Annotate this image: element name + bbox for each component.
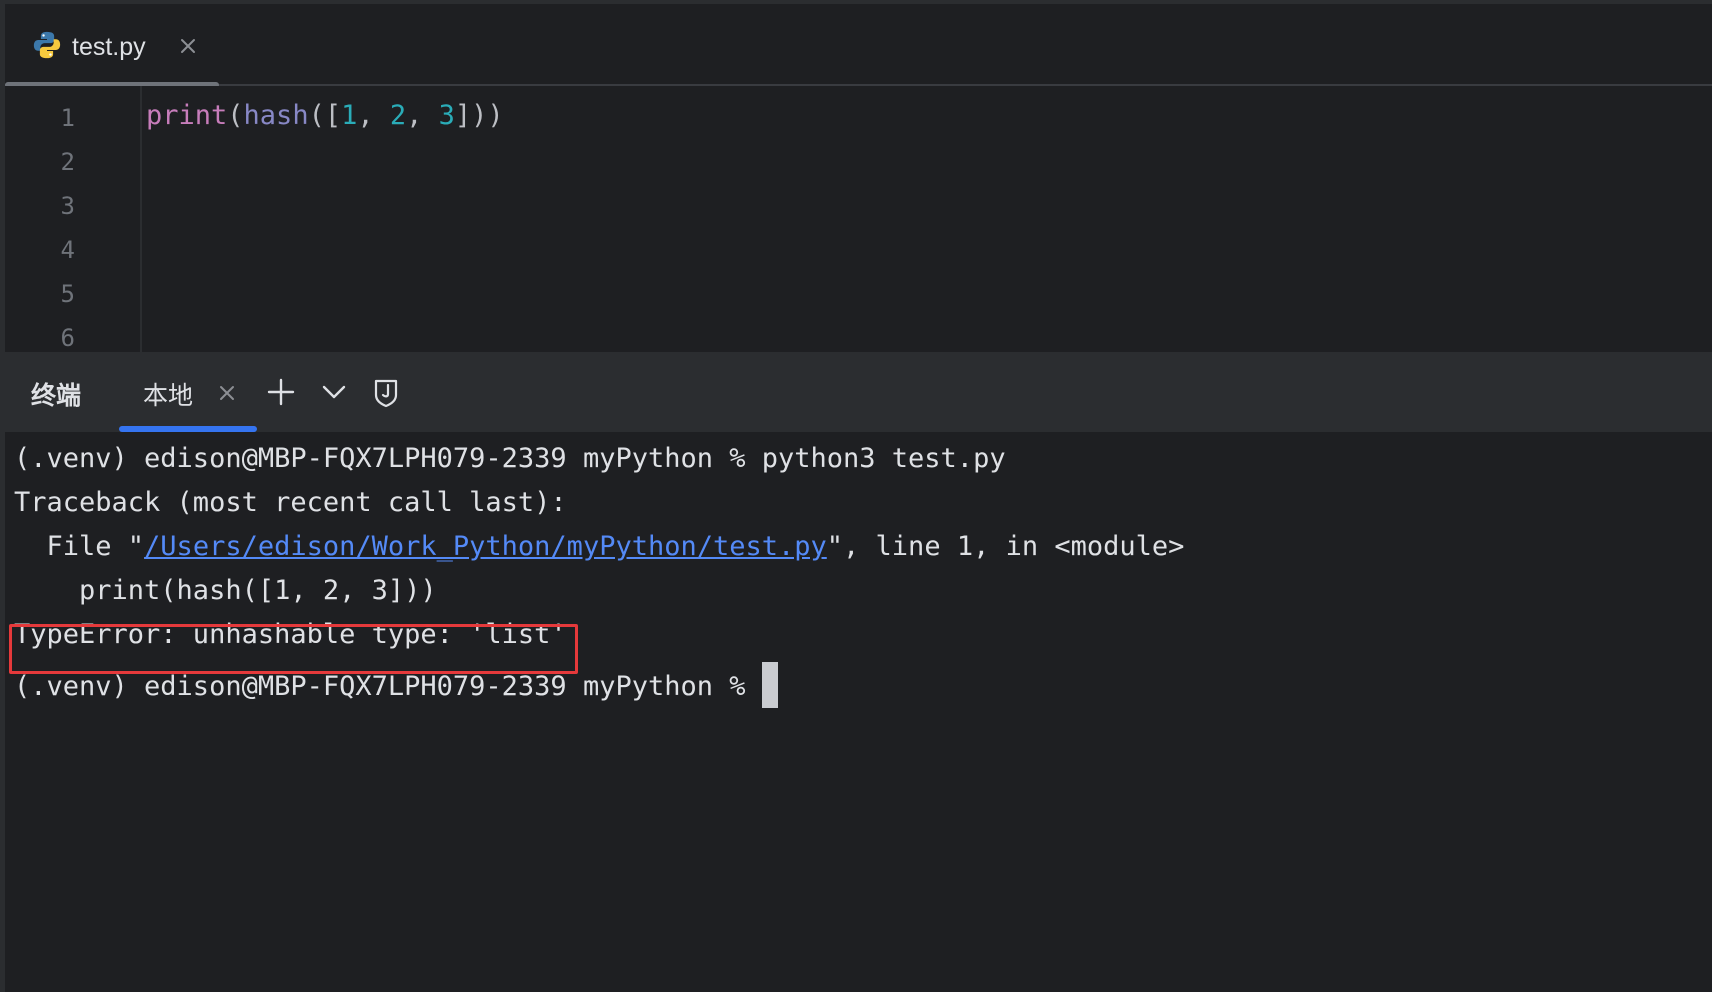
- code-token-punct: ,: [357, 100, 390, 131]
- terminal-toolbar: 终端 本地: [5, 352, 1712, 432]
- terminal-tab-label: 本地: [143, 381, 194, 410]
- code-token-punct: ,: [406, 100, 439, 131]
- line-number: 3: [60, 192, 75, 220]
- terminal-line-traceback: Traceback (most recent call last):: [14, 487, 567, 518]
- terminal-prompt: (.venv) edison@MBP-FQX7LPH079-2339 myPyt…: [14, 671, 762, 702]
- python-icon: [33, 31, 61, 59]
- terminal-tab-local[interactable]: 本地: [113, 352, 257, 432]
- code-token-number: 1: [341, 100, 358, 131]
- close-icon[interactable]: [177, 35, 199, 57]
- line-number: 5: [60, 280, 75, 308]
- terminal-line-prompt: (.venv) edison@MBP-FQX7LPH079-2339 myPyt…: [14, 443, 1006, 474]
- plus-icon[interactable]: [263, 374, 299, 410]
- gutter-divider: [140, 86, 142, 352]
- terminal-line-code: print(hash([1, 2, 3])): [14, 575, 437, 606]
- editor-tab-test-py[interactable]: test.py: [5, 4, 219, 88]
- code-line-1: print(hash([1, 2, 3])): [146, 100, 504, 131]
- terminal-file-prefix: File ": [14, 531, 145, 562]
- line-number: 1: [60, 104, 75, 132]
- code-token-function: print: [146, 100, 228, 131]
- terminal-title: 终端: [31, 381, 82, 410]
- code-token-number: 3: [438, 100, 455, 131]
- terminal-line-file: File "/Users/edison/Work_Python/myPython…: [14, 530, 1185, 564]
- shield-icon[interactable]: [368, 374, 404, 410]
- ide-window: test.py 1 2 3 4 5 6 print(hash([1, 2, 3]…: [0, 0, 1712, 992]
- terminal-file-suffix: ", line 1, in <module>: [826, 531, 1185, 562]
- file-path-link[interactable]: /Users/edison/Work_Python/myPython/test.…: [144, 531, 827, 562]
- chevron-down-icon[interactable]: [316, 374, 352, 410]
- line-number: 4: [60, 236, 75, 264]
- line-number: 2: [60, 148, 75, 176]
- terminal-cursor: [761, 662, 778, 708]
- close-icon[interactable]: [217, 383, 237, 403]
- terminal-line-prompt-current: (.venv) edison@MBP-FQX7LPH079-2339 myPyt…: [14, 662, 778, 708]
- code-token-punct: ])): [454, 100, 504, 131]
- line-number: 6: [60, 324, 75, 352]
- code-token-punct: (: [227, 100, 244, 131]
- line-number-gutter: 1 2 3 4 5 6: [5, 86, 140, 352]
- editor-tab-label: test.py: [72, 33, 146, 61]
- code-token-builtin: hash: [243, 100, 309, 131]
- editor-tab-bar: test.py: [5, 4, 1712, 88]
- code-token-punct: ([: [308, 100, 342, 131]
- code-editor[interactable]: 1 2 3 4 5 6 print(hash([1, 2, 3])): [5, 86, 1712, 352]
- terminal-output[interactable]: (.venv) edison@MBP-FQX7LPH079-2339 myPyt…: [5, 432, 1712, 992]
- code-token-number: 2: [389, 100, 407, 131]
